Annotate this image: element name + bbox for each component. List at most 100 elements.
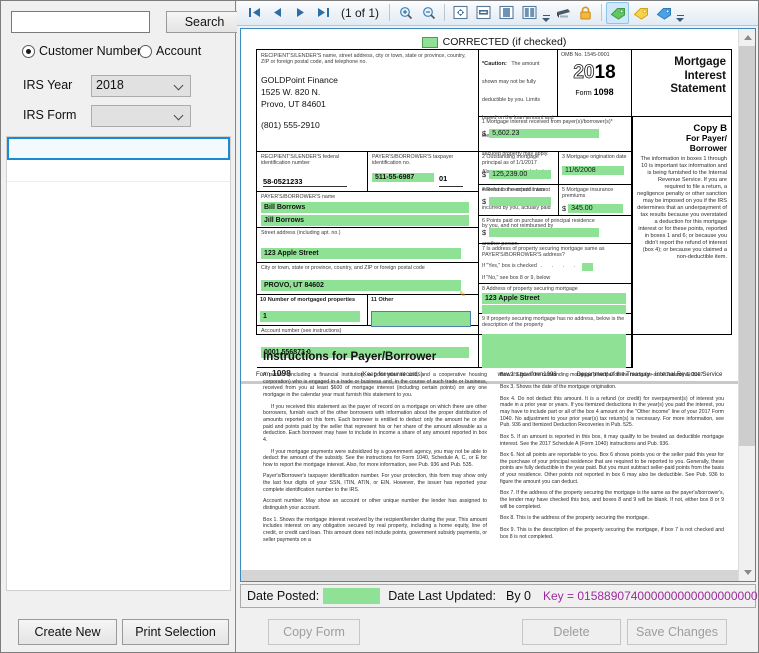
search-results-list[interactable]: [6, 136, 231, 591]
save-changes-button[interactable]: Save Changes: [627, 619, 727, 645]
first-page-icon[interactable]: [243, 2, 266, 24]
viewer-vertical-scrollbar[interactable]: [738, 29, 755, 581]
box3-value[interactable]: 11/6/2008: [562, 166, 624, 175]
box5-dollar-sign: $: [562, 204, 566, 213]
create-new-button[interactable]: Create New: [18, 619, 117, 645]
instruction-paragraph: Box 3. Shows the date of the mortgage or…: [500, 384, 724, 391]
chevron-down-icon[interactable]: [456, 169, 463, 176]
blue-tag-icon[interactable]: [652, 2, 675, 24]
lender-info-cell: RECIPIENT'S/LENDER'S name, street addres…: [257, 50, 479, 152]
corrected-checkbox[interactable]: [422, 37, 438, 48]
date-posted-value[interactable]: [323, 588, 380, 604]
scroll-up-icon[interactable]: [739, 29, 756, 46]
search-type-radio-group: Customer Number Account: [22, 44, 232, 62]
city-value[interactable]: PROVO, UT 84602: [261, 280, 461, 291]
box6-value[interactable]: [489, 228, 599, 237]
viewer-toolbar: (1 of 1): [237, 0, 759, 26]
box10-cell: 10 Number of mortgaged properties 1: [257, 295, 368, 326]
omb-number: OMB No. 1545-0901: [561, 52, 628, 58]
delete-button[interactable]: Delete: [522, 619, 621, 645]
form-number-line: Form 1098: [561, 87, 628, 97]
updated-by-label: By 0: [506, 589, 531, 603]
lender-tin-cell: RECIPIENT'S/LENDER'S federal identificat…: [257, 152, 368, 192]
box5-value[interactable]: 345.00: [568, 204, 623, 213]
box7-dots: . . . .: [541, 263, 579, 269]
box7-label: 7 Is address of property securing mortga…: [482, 246, 628, 259]
box8-value-line2[interactable]: [482, 305, 626, 314]
box6-label: 6 Points paid on purchase of principal r…: [482, 218, 628, 224]
city-label: City or town, state or province, country…: [261, 265, 474, 271]
list-item[interactable]: [7, 137, 230, 160]
list-divider: [7, 181, 230, 182]
box6-dollar-sign: $: [482, 228, 486, 237]
fit-page-icon[interactable]: [449, 2, 472, 24]
fit-width-icon[interactable]: [472, 2, 495, 24]
chevron-down-icon[interactable]: [339, 178, 346, 185]
document-viewport[interactable]: CORRECTED (if checked) RECIPIENT'S/LENDE…: [240, 28, 756, 582]
form-title-line1: Mortgage: [632, 56, 726, 70]
document-page: CORRECTED (if checked) RECIPIENT'S/LENDE…: [241, 29, 740, 581]
box7-yes-label: If "Yes," box is checked: [482, 263, 537, 269]
toolbar-separator: [444, 4, 445, 21]
box10-label: 10 Number of mortgaged properties: [260, 297, 364, 304]
irs-year-value: 2018: [96, 78, 124, 92]
zoom-out-icon[interactable]: [417, 2, 440, 24]
lender-street: 1525 W. 820 N.: [261, 87, 474, 97]
box3-cell: 3 Mortgage origination date 11/6/2008: [559, 152, 632, 185]
form-number: 1098: [594, 87, 614, 97]
box11-value[interactable]: [371, 311, 471, 327]
irs-form-select[interactable]: [91, 105, 191, 127]
payer-tin-value[interactable]: 511-55-6987: [372, 173, 434, 182]
previous-page-icon[interactable]: [266, 2, 289, 24]
single-page-view-icon[interactable]: [495, 2, 518, 24]
box1-value[interactable]: 5,602.23: [489, 129, 599, 138]
search-button[interactable]: Search: [166, 11, 243, 33]
bottom-action-bar: Copy Form Delete Save Changes: [237, 612, 759, 653]
box5-label: 5 Mortgage insurance premiums: [562, 187, 628, 200]
radio-account[interactable]: Account: [139, 44, 201, 58]
lender-phone: (801) 555-2910: [261, 120, 474, 130]
payer-name-2[interactable]: Jill Borrows: [261, 215, 469, 226]
form-title-cell: Mortgage Interest Statement: [632, 50, 731, 117]
two-page-view-icon[interactable]: [518, 2, 541, 24]
radio-customer-number-label: Customer Number: [39, 44, 141, 58]
form-grid: RECIPIENT'S/LENDER'S name, street addres…: [256, 49, 732, 335]
toolbar-overflow-button[interactable]: [541, 2, 551, 24]
box2-cell: 2 Outstanding mortgage principal as of 1…: [479, 152, 559, 185]
chevron-down-icon: [175, 111, 184, 120]
search-input[interactable]: [11, 11, 150, 33]
radio-customer-number[interactable]: Customer Number: [22, 44, 141, 58]
box7-checkbox[interactable]: [582, 263, 593, 271]
page-bottom-shade: [241, 570, 740, 581]
street-address-value[interactable]: 123 Apple Street: [261, 248, 461, 259]
copy-form-button[interactable]: Copy Form: [268, 619, 360, 645]
irs-year-label: IRS Year: [23, 78, 85, 92]
payer-name-1[interactable]: Bill Borrows: [261, 202, 469, 213]
print-selection-button[interactable]: Print Selection: [122, 619, 229, 645]
printer-icon[interactable]: [551, 2, 574, 24]
lock-icon[interactable]: [574, 2, 597, 24]
search-row: Search: [11, 11, 229, 33]
scrollbar-thumb[interactable]: [739, 46, 756, 446]
lender-tin-value[interactable]: 58-0521233: [263, 177, 302, 186]
green-tag-icon[interactable]: [606, 2, 629, 24]
yellow-tag-add-icon[interactable]: [629, 2, 652, 24]
box2-value[interactable]: 125,239.00: [489, 170, 551, 179]
box4-label: 4 Refund of overpaid interest: [482, 187, 555, 193]
instruction-paragraph: Account number. May show an account or o…: [263, 498, 487, 511]
copy-b-cell: Copy B For Payer/ Borrower The informati…: [632, 117, 731, 326]
form-year: 2018: [561, 62, 628, 84]
scroll-down-icon[interactable]: [739, 564, 756, 581]
lender-name: GOLDPoint Finance: [261, 75, 474, 85]
box4-value[interactable]: [489, 197, 551, 206]
irs-year-select[interactable]: 2018: [91, 75, 191, 97]
last-page-icon[interactable]: [312, 2, 335, 24]
payer-tin-code[interactable]: 01: [439, 174, 447, 183]
next-page-icon[interactable]: [289, 2, 312, 24]
box10-value[interactable]: 1: [260, 311, 360, 322]
zoom-in-icon[interactable]: [394, 2, 417, 24]
instruction-paragraph: Box 4. Do not deduct this amount. It is …: [500, 396, 724, 429]
toolbar-overflow-button-2[interactable]: [675, 2, 685, 24]
box8-cell: 8 Address of property securing mortgage …: [479, 284, 632, 314]
box8-value[interactable]: 123 Apple Street: [482, 293, 626, 304]
